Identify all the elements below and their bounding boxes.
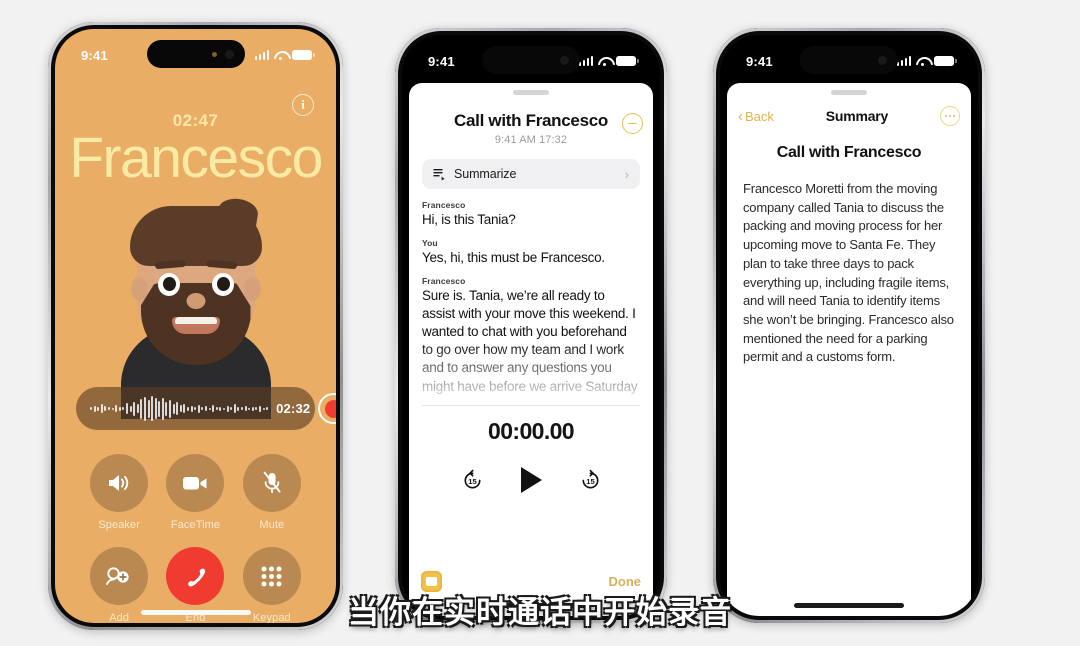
wifi-icon xyxy=(916,56,929,67)
cellular-bars-icon xyxy=(896,56,911,66)
dynamic-island xyxy=(146,40,245,68)
phone-1-screen: 9:41 i 02:47 Francesco 02:32 Speaker Fac… xyxy=(55,29,336,623)
back-button[interactable]: ‹ Back xyxy=(738,109,774,124)
control-label: Mute xyxy=(259,519,285,531)
phone-2-transcript-screen: 9:41 Call with Francesco 9:41 AM 17:32 S… xyxy=(395,28,667,623)
recording-time: 02:32 xyxy=(276,401,311,416)
more-options-button[interactable] xyxy=(939,106,960,126)
divider xyxy=(422,404,640,406)
transcript-entry: Francesco Sure is. Tania, we’re all read… xyxy=(422,276,640,395)
transcript-timestamp: 9:41 AM 17:32 xyxy=(494,134,568,146)
front-camera-icon xyxy=(560,55,569,65)
speaker-icon xyxy=(90,454,149,512)
audio-player: 00:00.00 15 15 xyxy=(409,418,653,493)
control-speaker[interactable]: Speaker xyxy=(81,454,157,531)
cellular-bars-icon xyxy=(254,50,269,60)
svg-text:15: 15 xyxy=(586,476,595,485)
dynamic-island xyxy=(800,46,898,74)
wifi-icon xyxy=(598,56,611,67)
battery-icon xyxy=(292,50,315,60)
phone-2-screen: 9:41 Call with Francesco 9:41 AM 17:32 S… xyxy=(402,35,660,616)
control-label: FaceTime xyxy=(170,519,221,531)
stop-recording-button[interactable] xyxy=(622,113,643,134)
transcript-text: Hi, is this Tania? xyxy=(422,212,516,227)
player-time: 00:00.00 xyxy=(488,418,575,444)
player-controls: 15 15 xyxy=(409,467,653,493)
screenshot-stage: 9:41 i 02:47 Francesco 02:32 Speaker Fac… xyxy=(0,0,1080,646)
control-facetime[interactable]: FaceTime xyxy=(157,454,233,531)
transcript-header: Call with Francesco 9:41 AM 17:32 xyxy=(409,111,653,146)
status-bar-icons xyxy=(578,56,639,67)
audio-waveform xyxy=(90,396,269,422)
call-info-button[interactable]: i xyxy=(292,94,314,116)
speaker-name: Francesco xyxy=(422,276,466,287)
caller-name: Francesco xyxy=(69,126,323,190)
recording-pill[interactable]: 02:32 xyxy=(76,387,336,430)
speaker-name: Francesco xyxy=(422,200,466,210)
stop-record-button[interactable] xyxy=(318,393,336,424)
sheet-grabber[interactable] xyxy=(513,90,549,95)
transcript-entry: You Yes, hi, this must be Francesco. xyxy=(422,238,640,267)
cellular-bars-icon xyxy=(578,56,593,66)
back-label: Back xyxy=(745,108,774,124)
skip-forward-15-icon[interactable]: 15 xyxy=(579,469,602,492)
status-bar-icons xyxy=(896,56,957,67)
transcript-text: Sure is. Tania, we’re all ready to assis… xyxy=(422,288,638,394)
battery-icon xyxy=(616,56,639,66)
video-camera-icon xyxy=(166,454,225,512)
chevron-left-icon: ‹ xyxy=(738,107,743,125)
speaker-name: You xyxy=(422,238,438,249)
memoji-avatar xyxy=(111,189,281,419)
svg-text:15: 15 xyxy=(468,476,477,485)
wifi-icon xyxy=(274,50,287,61)
summarize-label: Summarize xyxy=(454,167,517,181)
status-bar-time: 9:41 xyxy=(746,53,773,69)
phone-1-call-screen: 9:41 i 02:47 Francesco 02:32 Speaker Fac… xyxy=(48,22,343,630)
chevron-right-icon: › xyxy=(624,166,629,182)
navigation-bar: ‹ Back Summary xyxy=(727,95,971,126)
summarize-button[interactable]: Summarize › xyxy=(422,159,640,189)
page-title: Summary xyxy=(825,108,889,124)
video-subtitle: 当你在实时通话中开始录音 xyxy=(348,595,732,631)
transcript-text: Yes, hi, this must be Francesco. xyxy=(422,250,605,266)
skip-back-15-icon[interactable]: 15 xyxy=(461,469,484,492)
play-icon[interactable] xyxy=(520,467,542,493)
phone-3-summary-screen: 9:41 ‹ Back Summary Call with Francesco … xyxy=(713,28,985,623)
battery-icon xyxy=(934,56,957,66)
transcript-entry: Francesco Hi, is this Tania? xyxy=(422,200,640,229)
front-camera-icon xyxy=(878,55,887,65)
recording-indicator-dot xyxy=(211,51,217,57)
microphone-muted-icon xyxy=(242,454,301,512)
transcript-list: Francesco Hi, is this Tania? You Yes, hi… xyxy=(409,189,653,396)
status-bar-time: 9:41 xyxy=(428,53,455,69)
dynamic-island xyxy=(482,46,580,74)
status-bar-icons xyxy=(254,50,315,61)
summary-body: Francesco Moretti from the moving compan… xyxy=(743,181,954,365)
transcript-sheet: Call with Francesco 9:41 AM 17:32 Summar… xyxy=(409,83,653,616)
summary-title: Call with Francesco xyxy=(776,144,922,161)
summary-sheet: ‹ Back Summary Call with Francesco Franc… xyxy=(727,83,971,616)
call-screen-background: 9:41 i 02:47 Francesco 02:32 Speaker Fac… xyxy=(55,29,336,623)
summarize-icon xyxy=(433,168,445,180)
status-bar-time: 9:41 xyxy=(81,47,108,63)
phone-3-screen: 9:41 ‹ Back Summary Call with Francesco … xyxy=(720,35,978,616)
control-mute[interactable]: Mute xyxy=(234,454,310,531)
transcript-title: Call with Francesco xyxy=(454,111,608,130)
control-label: Speaker xyxy=(98,519,140,531)
front-camera-icon xyxy=(224,49,234,59)
